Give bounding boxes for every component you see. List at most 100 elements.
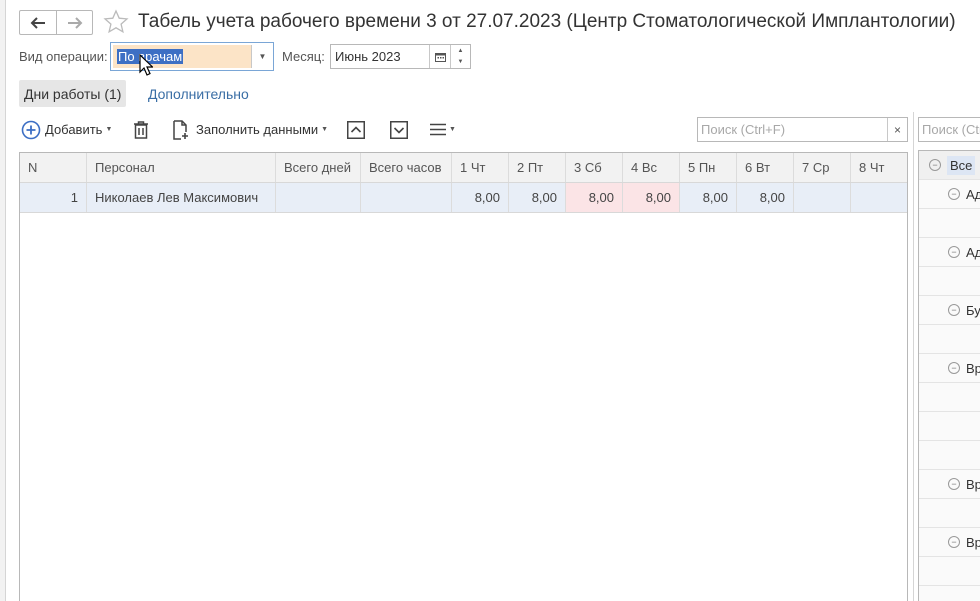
tree-item[interactable]: [919, 412, 980, 441]
spin-up-icon[interactable]: ▲: [451, 45, 470, 57]
cell-day-5[interactable]: 8,00: [680, 183, 737, 212]
favorite-star-icon[interactable]: [103, 9, 129, 35]
operation-select[interactable]: По врачам ▼: [110, 42, 274, 71]
table-row[interactable]: 1 Николаев Лев Максимович 8,00 8,00 8,00…: [20, 183, 907, 213]
operation-dropdown-button[interactable]: ▼: [251, 45, 273, 68]
spin-down-icon[interactable]: ▼: [451, 57, 470, 69]
tree-group-label: Бу: [966, 302, 980, 318]
cell-day-1[interactable]: 8,00: [452, 183, 509, 212]
collapse-icon[interactable]: −: [948, 362, 960, 374]
cell-total-hours[interactable]: [361, 183, 452, 212]
col-header-day-7[interactable]: 7 Ср: [794, 153, 851, 182]
calendar-icon: [434, 52, 446, 62]
cell-day-2[interactable]: 8,00: [509, 183, 566, 212]
tree-item[interactable]: [919, 441, 980, 470]
caret-down-icon: ▼: [449, 126, 456, 133]
col-header-day-6[interactable]: 6 Вт: [737, 153, 794, 182]
left-border: [0, 0, 6, 601]
tree-item[interactable]: [919, 557, 980, 586]
mouse-pointer-icon: [139, 53, 154, 79]
forward-button[interactable]: [56, 11, 92, 34]
nav-buttons: [19, 10, 93, 35]
collapse-icon[interactable]: −: [929, 159, 941, 171]
col-header-day-2[interactable]: 2 Пт: [509, 153, 566, 182]
add-button[interactable]: Добавить ▼: [21, 117, 112, 142]
move-up-button[interactable]: [344, 117, 368, 142]
col-header-total-days[interactable]: Всего дней: [276, 153, 361, 182]
cell-day-8[interactable]: [851, 183, 907, 212]
document-add-icon: [173, 119, 188, 140]
col-header-n[interactable]: N: [20, 153, 87, 182]
caret-down-icon: ▼: [105, 126, 113, 133]
col-header-day-3[interactable]: 3 Сб: [566, 153, 623, 182]
month-field[interactable]: Июнь 2023 ▲ ▼: [330, 44, 471, 69]
arrow-left-icon: [30, 16, 45, 29]
tree-item[interactable]: [919, 383, 980, 412]
delete-button[interactable]: [129, 117, 153, 142]
col-header-day-5[interactable]: 5 Пн: [680, 153, 737, 182]
staff-search-input[interactable]: Поиск (Ctrl+F): [919, 122, 980, 137]
collapse-icon[interactable]: −: [948, 304, 960, 316]
tree-root[interactable]: − Все: [919, 151, 980, 180]
cell-day-3[interactable]: 8,00: [566, 183, 623, 212]
cell-day-7[interactable]: [794, 183, 851, 212]
tree-group-label: Вр: [966, 476, 980, 492]
plus-circle-icon: [21, 120, 41, 139]
tree-item[interactable]: [919, 325, 980, 354]
tree-group[interactable]: − Ад: [919, 238, 980, 267]
collapse-icon[interactable]: −: [948, 246, 960, 258]
move-down-button[interactable]: [387, 117, 411, 142]
table-search-input[interactable]: Поиск (Ctrl+F): [698, 122, 887, 137]
arrow-right-icon: [67, 16, 82, 29]
tree-group-label: Вр: [966, 534, 980, 550]
tree-group[interactable]: − Вр: [919, 470, 980, 499]
fill-data-label: Заполнить данными: [196, 122, 319, 137]
tree-root-label: Все: [947, 155, 976, 175]
calendar-button[interactable]: [429, 45, 450, 68]
back-button[interactable]: [20, 11, 56, 34]
search-clear-icon[interactable]: ×: [887, 118, 907, 141]
table-search-field[interactable]: Поиск (Ctrl+F) ×: [697, 117, 908, 142]
move-up-icon: [347, 120, 365, 139]
month-value[interactable]: Июнь 2023: [331, 45, 429, 68]
collapse-icon[interactable]: −: [948, 478, 960, 490]
hamburger-icon: [430, 123, 446, 136]
tree-group[interactable]: − Бу: [919, 296, 980, 325]
cell-n[interactable]: 1: [20, 183, 87, 212]
col-header-day-4[interactable]: 4 Вс: [623, 153, 680, 182]
col-header-day-8[interactable]: 8 Чт: [851, 153, 907, 182]
cell-day-6[interactable]: 8,00: [737, 183, 794, 212]
tab-work-days[interactable]: Дни работы (1): [19, 80, 127, 107]
staff-search-field[interactable]: Поиск (Ctrl+F): [918, 117, 980, 142]
col-header-person[interactable]: Персонал: [87, 153, 276, 182]
tree-group-label: Вр: [966, 360, 980, 376]
operation-label: Вид операции:: [19, 49, 108, 64]
timesheet-table: N Персонал Всего дней Всего часов 1 Чт 2…: [19, 152, 908, 601]
fill-data-button[interactable]: Заполнить данными ▼: [172, 117, 328, 142]
tree-item[interactable]: [919, 209, 980, 238]
caret-down-icon: ▼: [321, 126, 329, 133]
month-label: Месяц:: [282, 49, 325, 64]
month-spinner[interactable]: ▲ ▼: [450, 45, 470, 68]
collapse-icon[interactable]: −: [948, 536, 960, 548]
col-header-total-hours[interactable]: Всего часов: [361, 153, 452, 182]
operation-select-value-area[interactable]: По врачам: [113, 45, 251, 68]
tab-additional[interactable]: Дополнительно: [148, 80, 249, 107]
staff-tree: − Все − Ад − Ад − Бу − Вр − Вр − Вр: [918, 150, 980, 601]
tree-group-label: Ад: [966, 244, 980, 260]
tree-group[interactable]: − Вр: [919, 354, 980, 383]
tree-group-label: Ад: [966, 186, 980, 202]
col-header-day-1[interactable]: 1 Чт: [452, 153, 509, 182]
cell-total-days[interactable]: [276, 183, 361, 212]
cell-day-4[interactable]: 8,00: [623, 183, 680, 212]
more-menu-button[interactable]: ▼: [430, 117, 456, 142]
tree-group[interactable]: − Ад: [919, 180, 980, 209]
window-title: Табель учета рабочего времени 3 от 27.07…: [138, 11, 956, 32]
trash-icon: [134, 120, 148, 139]
tree-group[interactable]: − Вр: [919, 528, 980, 557]
chevron-down-icon: ▼: [258, 52, 267, 61]
collapse-icon[interactable]: −: [948, 188, 960, 200]
tree-item[interactable]: [919, 499, 980, 528]
tree-item[interactable]: [919, 267, 980, 296]
cell-person[interactable]: Николаев Лев Максимович: [87, 183, 276, 212]
